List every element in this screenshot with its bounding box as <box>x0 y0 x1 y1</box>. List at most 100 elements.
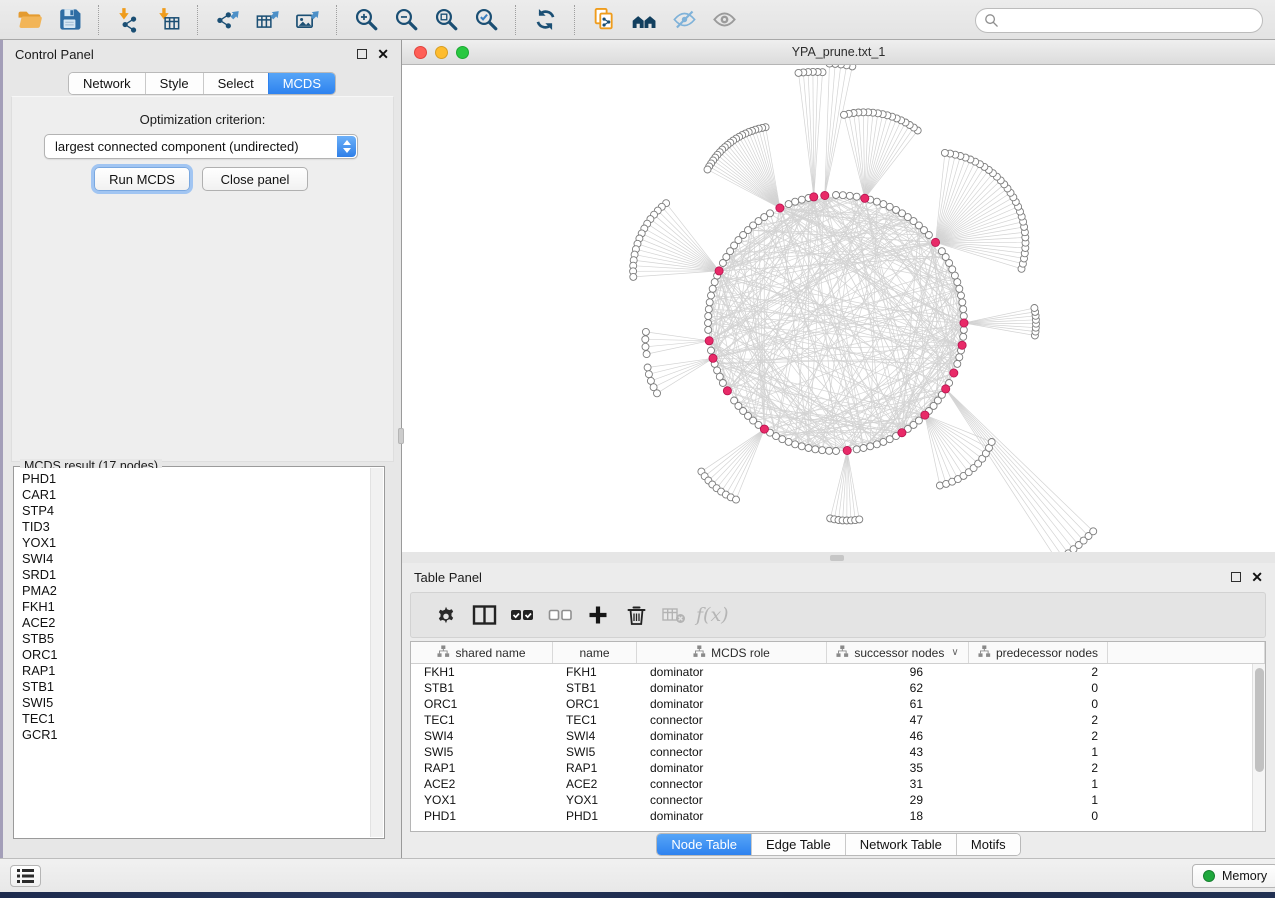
column-header-successor-nodes[interactable]: successor nodes∨ <box>827 642 969 663</box>
splitter-grip-vertical-icon[interactable] <box>398 428 404 444</box>
tab-style[interactable]: Style <box>145 73 203 94</box>
table-scrollbar[interactable] <box>1252 664 1265 831</box>
hide-selected-icon[interactable] <box>664 4 704 36</box>
table-panel-header: Table Panel ✕ <box>402 563 1275 591</box>
table-cell: 1 <box>969 744 1108 760</box>
deselect-all-icon[interactable] <box>541 597 579 633</box>
network-canvas-svg[interactable] <box>402 65 1275 552</box>
table-cell: 29 <box>827 792 969 808</box>
delete-column-icon[interactable] <box>617 597 655 633</box>
tab-select[interactable]: Select <box>203 73 268 94</box>
run-mcds-button[interactable]: Run MCDS <box>94 167 190 191</box>
mcds-result-item[interactable]: SRD1 <box>22 567 370 583</box>
zoom-in-icon[interactable] <box>346 4 386 36</box>
table-cell: STB1 <box>553 680 637 696</box>
tab-edge-table[interactable]: Edge Table <box>751 834 845 855</box>
mcds-list-scrollbar[interactable] <box>370 468 383 837</box>
tab-mcds[interactable]: MCDS <box>268 73 335 94</box>
mcds-result-item[interactable]: ACE2 <box>22 615 370 631</box>
mcds-result-item[interactable]: FKH1 <box>22 599 370 615</box>
control-panel-header: Control Panel ✕ <box>3 40 401 68</box>
search-input[interactable] <box>975 8 1263 33</box>
column-header-MCDS-role[interactable]: MCDS role <box>637 642 827 663</box>
table-panel-title: Table Panel <box>414 570 482 585</box>
table-row[interactable]: FKH1FKH1dominator962 <box>411 664 1252 680</box>
import-table-icon[interactable] <box>148 4 188 36</box>
mcds-result-item[interactable]: STB1 <box>22 679 370 695</box>
status-bar <box>0 858 1275 892</box>
import-network-icon[interactable] <box>108 4 148 36</box>
table-row[interactable]: PHD1PHD1dominator180 <box>411 808 1252 824</box>
select-all-icon[interactable] <box>503 597 541 633</box>
mcds-result-item[interactable]: PHD1 <box>22 471 370 487</box>
tab-motifs[interactable]: Motifs <box>956 834 1020 855</box>
open-folder-icon[interactable] <box>9 4 49 36</box>
tab-network-table[interactable]: Network Table <box>845 834 956 855</box>
close-panel-icon[interactable]: ✕ <box>377 47 389 61</box>
refresh-icon[interactable] <box>525 4 565 36</box>
table-row[interactable]: SWI5SWI5connector431 <box>411 744 1252 760</box>
split-view-icon[interactable] <box>465 597 503 633</box>
mcds-result-item[interactable]: ORC1 <box>22 647 370 663</box>
table-row[interactable]: TEC1TEC1connector472 <box>411 712 1252 728</box>
mcds-result-item[interactable]: SWI4 <box>22 551 370 567</box>
table-row[interactable]: SWI4SWI4dominator462 <box>411 728 1252 744</box>
zoom-selected-icon[interactable] <box>466 4 506 36</box>
mcds-result-item[interactable]: TID3 <box>22 519 370 535</box>
function-builder-icon: f(x) <box>693 597 731 633</box>
column-header-predecessor-nodes[interactable]: predecessor nodes <box>969 642 1108 663</box>
table-cell: PHD1 <box>411 808 553 824</box>
mcds-result-item[interactable]: SWI5 <box>22 695 370 711</box>
search-icon <box>984 13 999 28</box>
table-cell <box>1108 744 1252 760</box>
close-table-panel-icon[interactable]: ✕ <box>1251 570 1263 584</box>
sort-indicator-icon: ∨ <box>951 647 958 658</box>
mcds-result-item[interactable]: RAP1 <box>22 663 370 679</box>
table-row[interactable]: YOX1YOX1connector291 <box>411 792 1252 808</box>
table-scrollbar-thumb[interactable] <box>1255 668 1264 772</box>
export-image-icon[interactable] <box>287 4 327 36</box>
column-header-name[interactable]: name <box>553 642 637 663</box>
mcds-result-item[interactable]: TEC1 <box>22 711 370 727</box>
mcds-result-item[interactable]: PMA2 <box>22 583 370 599</box>
column-header-shared-name[interactable]: shared name <box>411 642 553 663</box>
table-row[interactable]: ORC1ORC1dominator610 <box>411 696 1252 712</box>
float-table-panel-icon[interactable] <box>1231 572 1241 582</box>
table-row[interactable]: ACE2ACE2connector311 <box>411 776 1252 792</box>
close-panel-button[interactable]: Close panel <box>202 167 308 191</box>
tab-network[interactable]: Network <box>69 73 145 94</box>
mcds-result-item[interactable]: GCR1 <box>22 727 370 743</box>
float-panel-icon[interactable] <box>357 49 367 59</box>
add-column-icon[interactable] <box>579 597 617 633</box>
table-cell <box>1108 680 1252 696</box>
mcds-result-item[interactable]: STB5 <box>22 631 370 647</box>
copy-network-icon[interactable] <box>584 4 624 36</box>
show-all-icon[interactable] <box>704 4 744 36</box>
network-window-titlebar[interactable]: YPA_prune.txt_1 <box>402 40 1275 65</box>
memory-status-icon <box>1203 870 1215 882</box>
tab-node-table[interactable]: Node Table <box>657 834 751 855</box>
table-row[interactable]: STB1STB1dominator620 <box>411 680 1252 696</box>
export-table-icon[interactable] <box>247 4 287 36</box>
splitter-grip-icon[interactable] <box>830 555 844 561</box>
table-cell <box>1108 776 1252 792</box>
save-icon[interactable] <box>49 4 89 36</box>
shared-column-icon <box>978 645 991 661</box>
toolbar-group <box>98 5 197 35</box>
table-cell: PHD1 <box>553 808 637 824</box>
table-cell: 18 <box>827 808 969 824</box>
task-history-button[interactable] <box>10 865 41 887</box>
export-network-icon[interactable] <box>207 4 247 36</box>
mcds-result-item[interactable]: CAR1 <box>22 487 370 503</box>
optimization-criterion-dropdown[interactable]: largest connected component (undirected) <box>44 134 358 159</box>
zoom-fit-icon[interactable] <box>426 4 466 36</box>
mcds-result-list[interactable]: PHD1CAR1STP4TID3YOX1SWI4SRD1PMA2FKH1ACE2… <box>15 468 370 837</box>
settings-gear-icon[interactable] <box>427 597 465 633</box>
mcds-result-item[interactable]: STP4 <box>22 503 370 519</box>
table-cell: ACE2 <box>411 776 553 792</box>
first-neighbors-icon[interactable] <box>624 4 664 36</box>
memory-button[interactable]: Memory <box>1192 864 1275 888</box>
mcds-result-item[interactable]: YOX1 <box>22 535 370 551</box>
zoom-out-icon[interactable] <box>386 4 426 36</box>
table-row[interactable]: RAP1RAP1dominator352 <box>411 760 1252 776</box>
